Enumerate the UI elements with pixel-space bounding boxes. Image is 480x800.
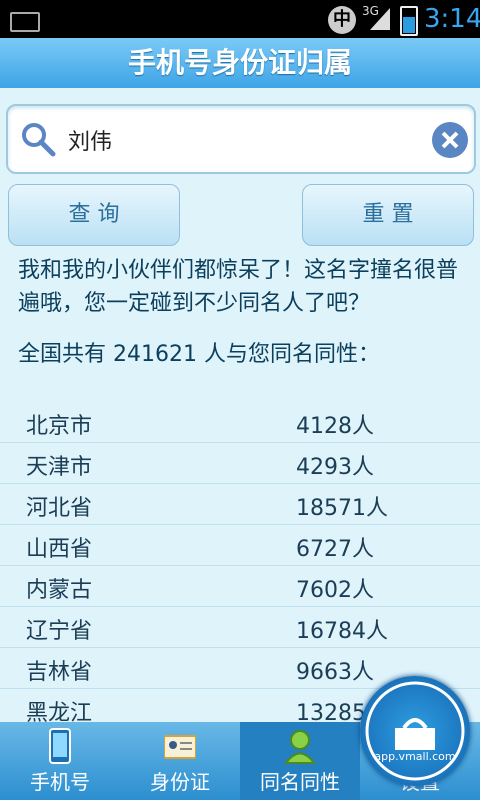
province-name: 吉林省 [26, 660, 93, 685]
list-item: 辽宁省 16784人 [0, 607, 480, 648]
tab-id-card[interactable]: 身份证 [120, 722, 240, 800]
province-name: 辽宁省 [26, 619, 93, 644]
tab-same-name[interactable]: 同名同性 [240, 722, 360, 800]
result-message: 我和我的小伙伴们都惊呆了！这名字撞名很普遍哦，您一定碰到不少同名人了吧？ [18, 258, 459, 316]
province-name: 山西省 [26, 537, 93, 562]
province-count: 6727人 [296, 537, 374, 562]
list-item: 山西省 6727人 [0, 525, 480, 566]
province-count: 7602人 [296, 578, 374, 603]
province-count: 4293人 [296, 455, 374, 480]
cloud-bag-icon [365, 681, 465, 781]
tab-label: 手机号 [30, 770, 90, 794]
search-box[interactable] [6, 104, 476, 174]
ime-indicator: 中 [328, 6, 356, 34]
province-name: 北京市 [26, 414, 93, 439]
province-count: 4128人 [296, 414, 374, 439]
province-name: 天津市 [26, 455, 93, 480]
search-icon [22, 123, 56, 157]
phone-icon [49, 728, 71, 764]
battery-icon [400, 6, 418, 36]
query-button[interactable]: 查 询 [8, 184, 180, 246]
list-item: 天津市 4293人 [0, 443, 480, 484]
clear-icon[interactable] [432, 122, 468, 158]
clock: 3:14 [424, 4, 480, 34]
tab-label: 身份证 [150, 770, 210, 794]
id-card-icon [164, 735, 196, 759]
province-name: 河北省 [26, 496, 93, 521]
summary-prefix: 全国共有 [18, 342, 107, 367]
reset-button[interactable]: 重 置 [302, 184, 474, 246]
page-title: 手机号身份证归属 [0, 38, 480, 88]
province-count: 18571人 [296, 496, 388, 521]
summary-line: 全国共有 241621 人与您同名同性： [18, 338, 474, 372]
summary-suffix: 人与您同名同性： [204, 342, 381, 367]
summary-count: 241621 [113, 342, 197, 367]
signal-icon [370, 8, 390, 30]
list-item: 北京市 4128人 [0, 402, 480, 443]
list-item: 河北省 18571人 [0, 484, 480, 525]
list-item: 内蒙古 7602人 [0, 566, 480, 607]
province-name: 内蒙古 [26, 578, 93, 603]
tab-phone[interactable]: 手机号 [0, 722, 120, 800]
vmall-watermark: app.vmall.com [360, 676, 470, 786]
watermark-text: app.vmall.com [374, 750, 456, 763]
search-input[interactable] [66, 122, 410, 158]
person-icon [284, 730, 316, 764]
keyboard-icon [10, 12, 40, 32]
tab-label: 同名同性 [260, 770, 340, 794]
status-bar: 中 3G 3:14 [0, 0, 480, 38]
province-count: 16784人 [296, 619, 388, 644]
